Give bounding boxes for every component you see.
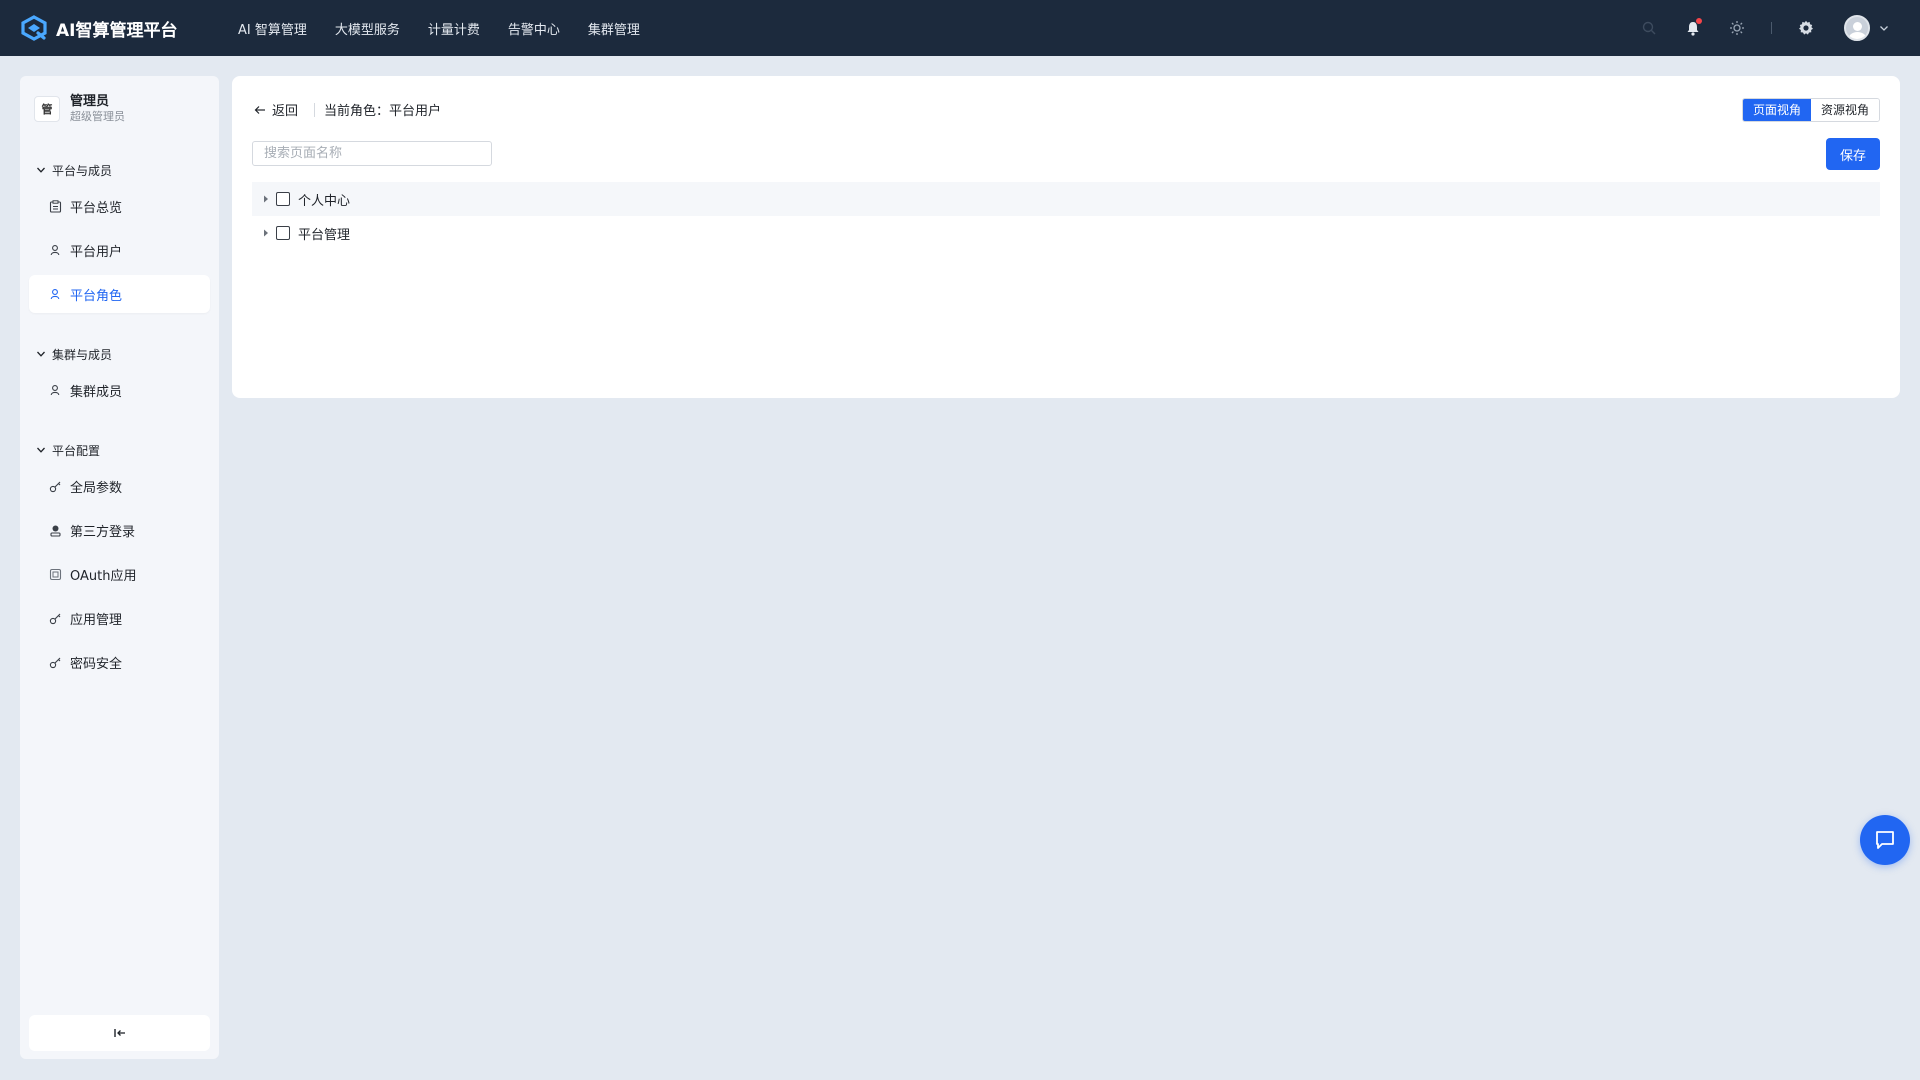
sidebar-item-third-party-login[interactable]: 第三方登录 — [29, 511, 210, 549]
platform-title: AI智算管理平台 — [56, 20, 178, 41]
user-badge: 管 — [34, 96, 60, 122]
user-role-icon — [48, 287, 62, 301]
tree-node[interactable]: 平台管理 — [252, 216, 1880, 250]
theme-sun-icon[interactable] — [1727, 18, 1747, 38]
back-button[interactable]: 返回 — [254, 100, 298, 119]
tree-checkbox[interactable] — [276, 226, 290, 240]
avatar — [1844, 15, 1870, 41]
nav-group-platform-config[interactable]: 平台配置 — [20, 440, 100, 460]
top-bar: AI智算管理平台 AI 智算管理 大模型服务 计量计费 告警中心 集群管理 — [0, 0, 1920, 56]
nav-group-cluster-members[interactable]: 集群与成员 — [20, 344, 112, 364]
clipboard-icon — [48, 199, 62, 213]
chat-icon — [1876, 831, 1894, 849]
sidebar-item-label: 平台角色 — [70, 288, 123, 304]
topnav-billing[interactable]: 计量计费 — [428, 19, 480, 38]
tree-node-label: 个人中心 — [298, 193, 351, 209]
back-label: 返回 — [272, 104, 299, 119]
user-role: 超级管理员 — [70, 110, 125, 123]
sidebar-item-global-params[interactable]: 全局参数 — [29, 467, 210, 505]
platform-logo-icon — [21, 15, 47, 41]
brand[interactable]: AI智算管理平台 — [20, 14, 210, 42]
nav-group-title: 集群与成员 — [52, 347, 113, 362]
sidebar-item-oauth-apps[interactable]: OAuth应用 — [29, 555, 210, 593]
nav-group-title: 平台配置 — [52, 443, 101, 458]
user-icon — [48, 383, 62, 397]
user-profile: 管 管理员 超级管理员 — [20, 76, 219, 124]
sidebar: 管 管理员 超级管理员 平台与成员 平台总览 平台用户 平台角色 集群与成员 集… — [20, 76, 219, 1059]
chevron-down-icon — [37, 351, 45, 357]
login-icon — [48, 523, 62, 537]
bell-icon[interactable] — [1683, 18, 1703, 38]
tab-page-view[interactable]: 页面视角 — [1742, 99, 1811, 121]
sidebar-item-password-security[interactable]: 密码安全 — [29, 643, 210, 681]
sidebar-item-label: 密码安全 — [70, 656, 123, 672]
key-icon — [48, 611, 62, 625]
sidebar-item-app-management[interactable]: 应用管理 — [29, 599, 210, 637]
sidebar-item-label: 平台用户 — [70, 244, 123, 260]
caret-right-icon[interactable] — [260, 193, 272, 205]
tree-node-label: 平台管理 — [298, 227, 351, 243]
current-role-label: 当前角色：平台用户 — [324, 104, 442, 119]
sidebar-item-label: 集群成员 — [70, 384, 123, 400]
notification-dot — [1696, 18, 1702, 24]
topnav-llm-service[interactable]: 大模型服务 — [335, 19, 400, 38]
topnav-cluster-management[interactable]: 集群管理 — [588, 19, 640, 38]
user-name: 管理员 — [70, 94, 110, 109]
sidebar-item-label: 应用管理 — [70, 612, 123, 628]
sidebar-item-cluster-members[interactable]: 集群成员 — [29, 371, 210, 409]
tree-node[interactable]: 个人中心 — [252, 182, 1880, 216]
app-icon — [48, 567, 62, 581]
sidebar-item-platform-overview[interactable]: 平台总览 — [29, 187, 210, 225]
view-toggle: 页面视角 资源视角 — [1741, 98, 1880, 122]
sidebar-item-platform-users[interactable]: 平台用户 — [29, 231, 210, 269]
save-button[interactable]: 保存 — [1826, 138, 1880, 170]
search-input[interactable] — [252, 141, 492, 166]
search-icon[interactable] — [1639, 18, 1659, 38]
tree-checkbox[interactable] — [276, 192, 290, 206]
role-permission-card: 返回 当前角色：平台用户 页面视角 资源视角 保存 个人中心 平台管理 — [232, 76, 1900, 398]
chevron-down-icon — [37, 167, 45, 173]
arrow-left-icon — [254, 105, 265, 114]
user-icon — [48, 243, 62, 257]
breadcrumb-divider — [314, 103, 315, 117]
top-divider — [1771, 22, 1772, 34]
caret-right-icon[interactable] — [260, 227, 272, 239]
nav-group-platform-members[interactable]: 平台与成员 — [20, 160, 112, 180]
top-actions — [1615, 0, 1890, 56]
tab-resource-view[interactable]: 资源视角 — [1810, 99, 1879, 121]
sidebar-item-label: OAuth应用 — [70, 568, 137, 584]
gear-icon[interactable] — [1796, 18, 1816, 38]
chevron-down-icon — [37, 447, 45, 453]
key-icon — [48, 655, 62, 669]
top-nav: AI 智算管理 大模型服务 计量计费 告警中心 集群管理 — [238, 0, 668, 56]
topnav-alert-center[interactable]: 告警中心 — [508, 19, 560, 38]
permission-tree: 个人中心 平台管理 — [252, 182, 1880, 250]
sidebar-item-label: 全局参数 — [70, 480, 123, 496]
topnav-ai-compute[interactable]: AI 智算管理 — [238, 19, 307, 38]
chat-assistant-button[interactable] — [1860, 815, 1910, 865]
user-menu[interactable] — [1844, 15, 1890, 41]
key-icon — [48, 479, 62, 493]
chevron-down-icon — [1880, 26, 1888, 31]
nav-group-title: 平台与成员 — [52, 163, 113, 178]
sidebar-item-label: 平台总览 — [70, 200, 123, 216]
collapse-sidebar-icon — [113, 1029, 125, 1037]
sidebar-item-label: 第三方登录 — [70, 524, 136, 540]
sidebar-item-platform-roles[interactable]: 平台角色 — [29, 275, 210, 313]
collapse-sidebar-button[interactable] — [29, 1015, 210, 1051]
